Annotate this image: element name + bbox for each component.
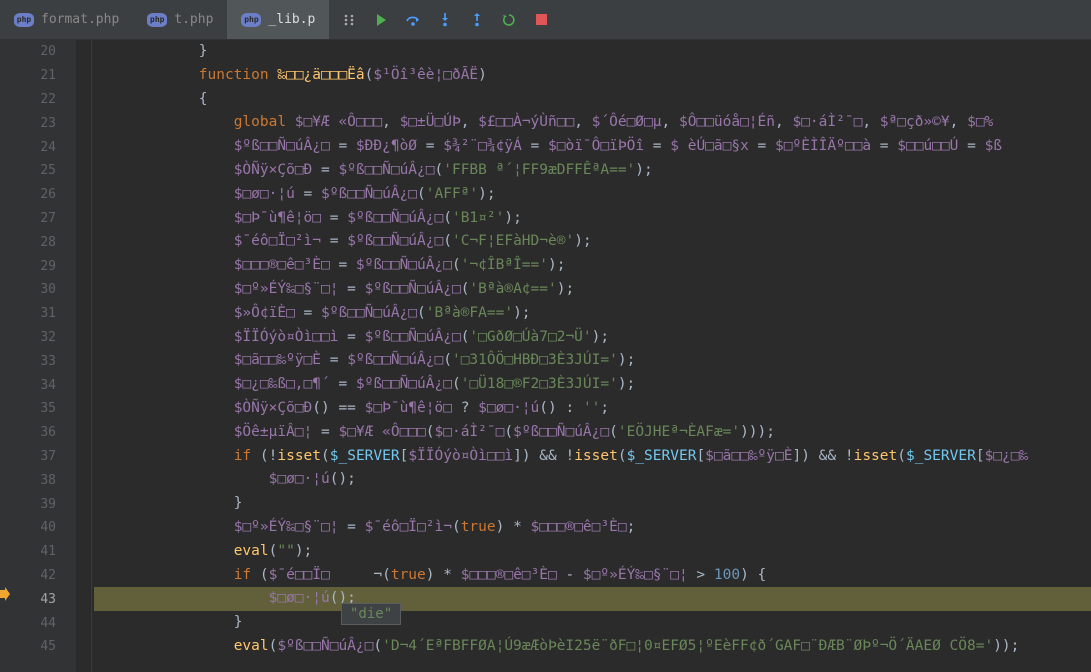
code-line[interactable]: } [94, 40, 1091, 64]
code-line[interactable]: $ÏÏÓýò¤Òì□□ì = $ºß□□Ñ□úÂ¿□('□GðØ□Úà7□2¬Ü… [94, 326, 1091, 350]
gutter-line[interactable]: 20 [0, 40, 76, 64]
debug-toolbar [329, 0, 561, 39]
code-line[interactable]: $□ø□·¦ú(); [94, 587, 1091, 611]
php-icon: php [241, 13, 261, 27]
gutter-line[interactable]: 28 [0, 230, 76, 254]
fold-column [76, 40, 92, 672]
gutter-line[interactable]: 39 [0, 492, 76, 516]
tab-label: t.php [174, 12, 213, 27]
editor-tabs: php format.php php t.php php _lib.p [0, 0, 329, 39]
code-line[interactable]: $□ø□·¦ú = $ºß□□Ñ□úÂ¿□('AFFª'); [94, 183, 1091, 207]
editor-area: 2021222324252627282930313233343536373839… [0, 40, 1091, 672]
code-line[interactable]: $□º»ÉÝ‰□§¨□¦ = $ºß□□Ñ□úÂ¿□('Bªà®A¢=='); [94, 278, 1091, 302]
gutter-line[interactable]: 23 [0, 111, 76, 135]
gutter-line[interactable]: 41 [0, 540, 76, 564]
code-line[interactable]: if ($¯é□□Ï□ ¬(true) * $□□□®□ê□³È□ - $□º»… [94, 564, 1091, 588]
gutter-line[interactable]: 43 [0, 587, 76, 611]
step-out-icon[interactable] [463, 6, 491, 34]
code-line[interactable]: $□º»ÉÝ‰□§¨□¦ = $¯éô□Ï□²ì¬(true) * $□□□®□… [94, 516, 1091, 540]
line-gutter: 2021222324252627282930313233343536373839… [0, 40, 76, 672]
gutter-line[interactable]: 37 [0, 445, 76, 469]
php-icon: php [147, 13, 167, 27]
gutter-line[interactable]: 26 [0, 183, 76, 207]
code-line[interactable]: $□□□®□ê□³È□ = $ºß□□Ñ□úÂ¿□('¬¢ÎBªÎ=='); [94, 254, 1091, 278]
code-line[interactable]: $¯éô□Ï□²ì¬ = $ºß□□Ñ□úÂ¿□('C¬F¦EFàHD¬è®')… [94, 230, 1091, 254]
gutter-line[interactable]: 27 [0, 207, 76, 231]
gutter-line[interactable]: 42 [0, 564, 76, 588]
gutter-line[interactable]: 34 [0, 373, 76, 397]
code-line[interactable]: } [94, 492, 1091, 516]
code-line[interactable]: global $□¥Æ «Ô□□□, $□±Ü□ÚÞ, $£□□À¬ýÙñ□□,… [94, 111, 1091, 135]
gutter-line[interactable]: 40 [0, 516, 76, 540]
code-line[interactable]: } [94, 611, 1091, 635]
step-into-icon[interactable] [431, 6, 459, 34]
value-tooltip: "die" [341, 603, 401, 625]
stop-icon[interactable] [527, 6, 555, 34]
gutter-line[interactable]: 32 [0, 326, 76, 350]
php-icon: php [14, 13, 34, 27]
code-line[interactable]: $Öê±µïÂ□¦ = $□¥Æ «Ô□□□($□·áÌ²¯□($ºß□□Ñ□ú… [94, 421, 1091, 445]
tab-format-php[interactable]: php format.php [0, 0, 133, 39]
code-line[interactable]: eval(""); [94, 540, 1091, 564]
code-line[interactable]: { [94, 88, 1091, 112]
gutter-line[interactable]: 35 [0, 397, 76, 421]
code-line[interactable]: $ÒÑÿ×Çõ□Ð = $ºß□□Ñ□úÂ¿□('FFBB ª´¦FF9æDFF… [94, 159, 1091, 183]
top-bar: php format.php php t.php php _lib.p [0, 0, 1091, 40]
code-line[interactable]: $ÒÑÿ×Çõ□Ð() == $□Þ¯ù¶ê¦ö□ ? $□ø□·¦ú() : … [94, 397, 1091, 421]
gutter-line[interactable]: 25 [0, 159, 76, 183]
tab-_lib-p[interactable]: php _lib.p [227, 0, 329, 39]
code-line[interactable]: if (!isset($_SERVER[$ÏÏÓýò¤Òì□□ì]) && !i… [94, 445, 1091, 469]
tab-label: _lib.p [268, 12, 315, 27]
code-line[interactable]: eval($ºß□□Ñ□úÂ¿□('D¬4´EªFBFFØA¦Ú9æÆòÞèI2… [94, 635, 1091, 659]
code-area[interactable]: } function ‰□□¿ä□□□Ëâ($¹Öî³êè¦□ðÃË) { gl… [76, 40, 1091, 672]
gutter-line[interactable]: 24 [0, 135, 76, 159]
execution-arrow-icon [0, 587, 10, 601]
gutter-line[interactable]: 45 [0, 635, 76, 659]
gutter-line[interactable]: 22 [0, 88, 76, 112]
gutter-line[interactable]: 38 [0, 468, 76, 492]
gutter-line[interactable]: 29 [0, 254, 76, 278]
code-line[interactable]: function ‰□□¿ä□□□Ëâ($¹Öî³êè¦□ðÃË) [94, 64, 1091, 88]
gutter-line[interactable]: 33 [0, 349, 76, 373]
code-line[interactable]: $□Þ¯ù¶ê¦ö□ = $ºß□□Ñ□úÂ¿□('B1¤²'); [94, 207, 1091, 231]
code-line[interactable]: $ºß□□Ñ□úÂ¿□ = $ÐÐ¿¶òØ = $¾²¨□¾¢ÿÁ = $□òï… [94, 135, 1091, 159]
gutter-line[interactable]: 31 [0, 302, 76, 326]
tab-t-php[interactable]: php t.php [133, 0, 227, 39]
tab-label: format.php [41, 12, 119, 27]
gutter-line[interactable]: 44 [0, 611, 76, 635]
gutter-line[interactable]: 21 [0, 64, 76, 88]
code-line[interactable]: $□¿□‰ß□,□¶´ = $ºß□□Ñ□úÂ¿□('□Ü18□®F2□3È3J… [94, 373, 1091, 397]
step-over-icon[interactable] [399, 6, 427, 34]
drag-handle-icon[interactable] [335, 6, 363, 34]
gutter-line[interactable]: 30 [0, 278, 76, 302]
code-line[interactable]: $□ø□·¦ú(); [94, 468, 1091, 492]
code-line[interactable]: $»Ô¢ïÈ□ = $ºß□□Ñ□úÂ¿□('Bªà®FA=='); [94, 302, 1091, 326]
play-icon[interactable] [367, 6, 395, 34]
gutter-line[interactable]: 36 [0, 421, 76, 445]
code-line[interactable]: $□ã□□‰ºÿ□È = $ºß□□Ñ□úÂ¿□('□31ÔÖ□HBÐ□3È3J… [94, 349, 1091, 373]
restart-icon[interactable] [495, 6, 523, 34]
